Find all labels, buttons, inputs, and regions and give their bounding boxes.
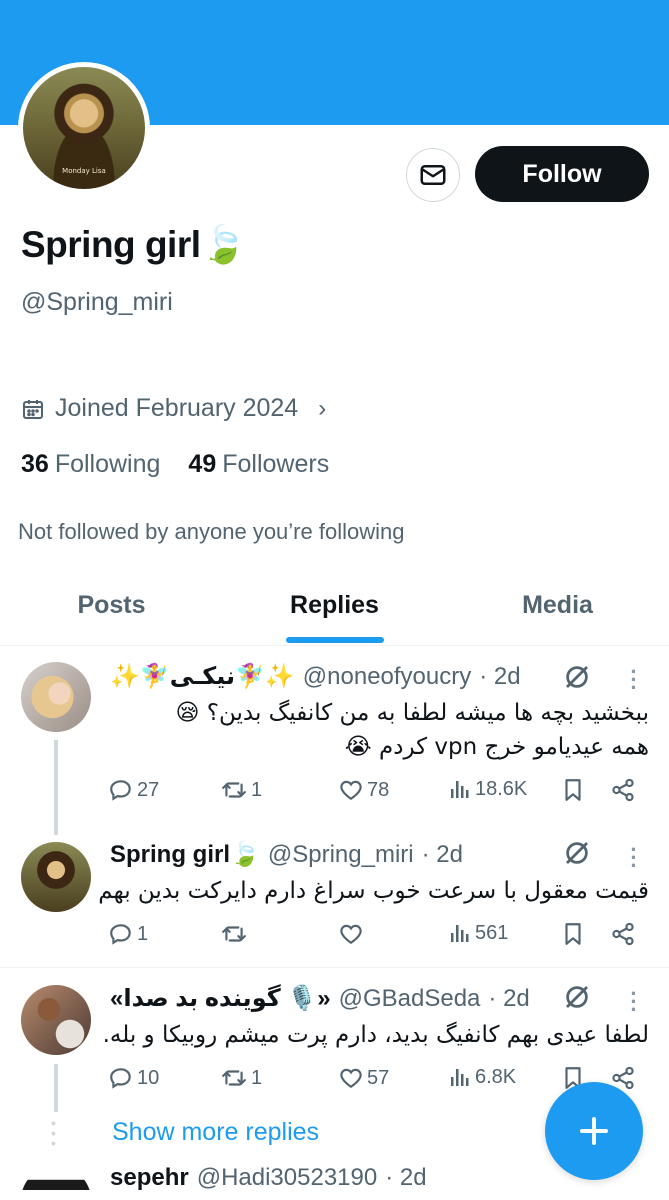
tab-media[interactable]: Media xyxy=(446,566,669,645)
reply-icon xyxy=(110,780,131,801)
author-handle[interactable]: @GBadSeda xyxy=(339,985,481,1013)
reply-icon xyxy=(110,924,131,945)
heart-icon xyxy=(340,924,362,944)
like-button[interactable] xyxy=(338,921,364,947)
share-icon xyxy=(612,778,634,802)
views-icon xyxy=(451,1069,469,1086)
chevron-right-icon: › xyxy=(318,394,327,422)
tab-posts[interactable]: Posts xyxy=(0,566,223,645)
share-button[interactable] xyxy=(610,777,636,803)
views-button[interactable]: 6.8K xyxy=(448,1065,516,1089)
grok-icon[interactable] xyxy=(562,982,592,1012)
profile-handle: @Spring_miri xyxy=(21,288,173,316)
bookmark-button[interactable] xyxy=(560,921,586,947)
post-header: sepehr @Hadi30523190 · 2d xyxy=(110,1164,427,1192)
author-name[interactable]: ✨🧚‍♀️نیکـی🧚‍♀️✨ xyxy=(110,662,295,691)
author-handle[interactable]: @noneofyoucry xyxy=(303,663,471,691)
more-options-icon[interactable]: · · · xyxy=(626,661,642,699)
repost-icon xyxy=(222,782,246,798)
post-time[interactable]: · 2d xyxy=(422,841,463,869)
repost-button[interactable]: 1 xyxy=(220,777,262,803)
thread-line xyxy=(54,1064,58,1112)
thread-dots: • • • xyxy=(51,1115,56,1151)
calendar-icon xyxy=(23,399,43,419)
like-button[interactable]: 57 xyxy=(338,1065,389,1091)
post-header: Spring girl🍃 @Spring_miri · 2d xyxy=(110,840,463,869)
author-name[interactable]: sepehr xyxy=(110,1164,189,1192)
avatar[interactable] xyxy=(21,1166,91,1200)
post-text: لطفا عیدی بهم کانفیگ بدید، دارم پرت میشم… xyxy=(102,1022,649,1048)
avatar[interactable] xyxy=(21,842,91,912)
reply-button[interactable]: 27 xyxy=(108,777,159,803)
divider xyxy=(0,967,669,968)
joined-label: Joined February 2024 xyxy=(55,394,299,422)
active-tab-indicator xyxy=(285,637,384,643)
share-icon xyxy=(612,922,634,946)
views-button[interactable]: 561 xyxy=(448,921,508,945)
avatar-caption: Monday Lisa xyxy=(62,167,106,175)
heart-icon xyxy=(340,1068,362,1088)
repost-button[interactable] xyxy=(220,921,248,947)
views-button[interactable]: 18.6K xyxy=(448,777,527,801)
thread-line xyxy=(54,740,58,835)
avatar-image: Monday Lisa xyxy=(23,67,145,189)
author-handle[interactable]: @Spring_miri xyxy=(268,841,414,869)
follow-button[interactable]: Follow xyxy=(475,146,649,202)
more-options-icon[interactable]: · · · xyxy=(626,983,642,1021)
not-followed-notice: Not followed by anyone you’re following xyxy=(18,519,405,544)
avatar[interactable] xyxy=(21,662,91,732)
reply-button[interactable]: 10 xyxy=(108,1065,159,1091)
author-name[interactable]: Spring girl🍃 xyxy=(110,840,260,869)
post-text: قیمت معقول با سرعت خوب سراغ دارم دایرکت … xyxy=(98,878,649,904)
repost-button[interactable]: 1 xyxy=(220,1065,262,1091)
bookmark-icon xyxy=(565,779,581,801)
reply-button[interactable]: 1 xyxy=(108,921,148,947)
bookmark-button[interactable] xyxy=(560,777,586,803)
repost-icon xyxy=(222,926,246,942)
plus-icon xyxy=(580,1117,608,1145)
post-time[interactable]: · 2d xyxy=(385,1164,426,1192)
heart-icon xyxy=(340,780,362,800)
post-actions: 27 1 78 18.6K xyxy=(108,777,648,809)
following-link[interactable]: 36 Following xyxy=(21,450,160,479)
show-more-replies-link[interactable]: Show more replies xyxy=(112,1118,319,1147)
post-header: «گوینده بد صدا 🎙️» @GBadSeda · 2d xyxy=(110,984,530,1013)
post-text: ببخشید بچه ها میشه لطفا به من کانفیگ بدی… xyxy=(175,700,649,760)
views-icon xyxy=(451,925,469,942)
grok-icon[interactable] xyxy=(562,838,592,868)
more-options-icon[interactable]: · · · xyxy=(626,839,642,877)
bookmark-icon xyxy=(565,923,581,945)
compose-button[interactable] xyxy=(545,1082,643,1180)
repost-icon xyxy=(222,1070,246,1086)
envelope-icon xyxy=(420,165,446,185)
profile-display-name: Spring girl🍃 xyxy=(21,224,247,265)
post-time[interactable]: · 2d xyxy=(488,985,529,1013)
share-button[interactable] xyxy=(610,921,636,947)
like-button[interactable]: 78 xyxy=(338,777,389,803)
author-handle[interactable]: @Hadi30523190 xyxy=(197,1164,378,1192)
followers-link[interactable]: 49 Followers xyxy=(188,450,329,479)
profile-tabs: Posts Replies Media xyxy=(0,566,669,646)
joined-date[interactable]: Joined February 2024 › xyxy=(21,394,326,423)
author-name[interactable]: «گوینده بد صدا 🎙️» xyxy=(110,984,331,1013)
profile-avatar[interactable]: Monday Lisa xyxy=(18,62,150,194)
tab-replies[interactable]: Replies xyxy=(223,566,446,645)
reply-icon xyxy=(110,1068,131,1089)
follow-counts: 36 Following 49 Followers xyxy=(21,450,329,479)
views-icon xyxy=(451,781,469,798)
grok-icon[interactable] xyxy=(562,662,592,692)
message-button[interactable] xyxy=(406,148,460,202)
avatar[interactable] xyxy=(21,985,91,1055)
post-header: ✨🧚‍♀️نیکـی🧚‍♀️✨ @noneofyoucry · 2d xyxy=(110,662,521,691)
post-time[interactable]: · 2d xyxy=(479,663,520,691)
post-actions: 1 561 xyxy=(108,921,648,953)
